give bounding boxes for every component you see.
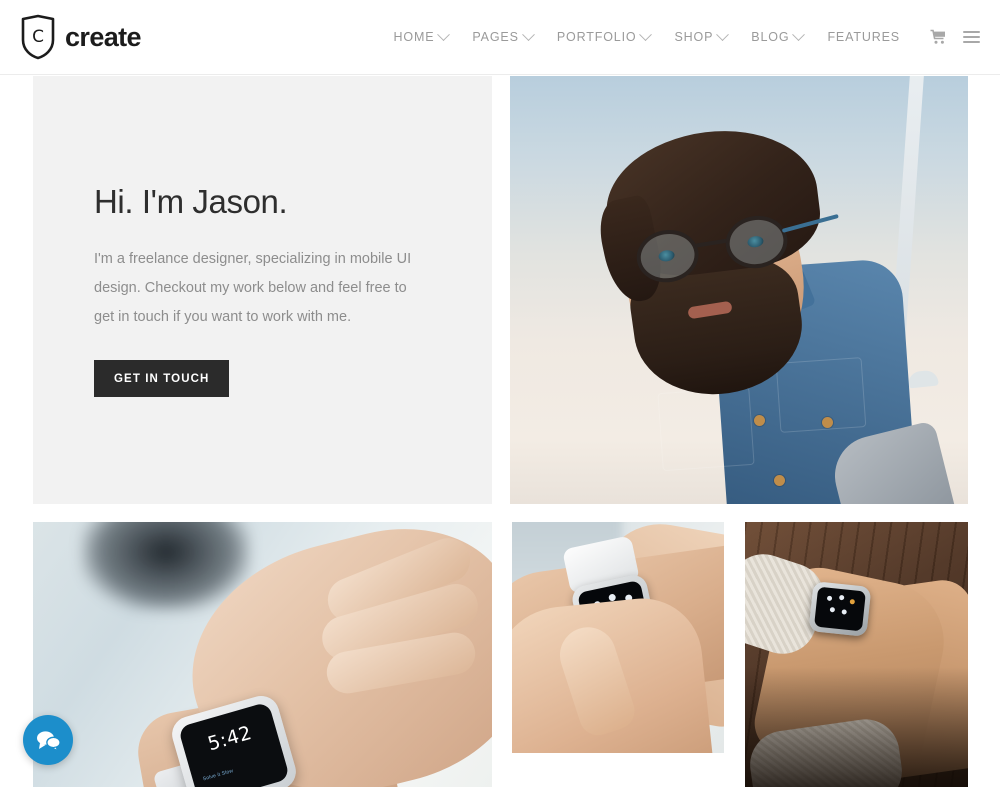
shield-c-logo-icon: C [20,14,56,60]
nav-item-home[interactable]: HOME [382,27,461,44]
nav-list: HOME PAGES PORTFOLIO SHOP BLOG FEATURES [382,27,913,44]
chevron-down-icon [716,27,730,41]
app-dot-highlight [849,599,856,605]
shirt-button-2 [754,415,765,426]
app-dot [829,606,836,613]
watch-screen [814,586,866,632]
glasses-bridge [695,238,728,248]
app-dot [841,609,847,615]
site-header: C create HOME PAGES PORTFOLIO SHOP BLOG … [0,0,1000,75]
shirt-button-3 [774,475,785,486]
page-title: Hi. I'm Jason. [94,183,288,220]
nav-label: FEATURES [827,30,900,44]
nav-item-shop[interactable]: SHOP [662,27,739,44]
smartwatch-wood-photo[interactable] [745,522,968,787]
nav-item-features[interactable]: FEATURES [815,30,912,44]
portrait-photo-image [510,76,968,504]
watch-screen: 5:42 Solve it Slow [177,701,291,787]
nav-label: PAGES [472,30,519,44]
get-in-touch-button[interactable]: GET IN TOUCH [94,360,230,397]
hero-paragraph: I'm a freelance designer, specializing i… [94,251,412,325]
watch-subtext-label: Solve it Slow [202,768,234,783]
nav-item-portfolio[interactable]: PORTFOLIO [545,27,663,44]
hero-intro-panel: Hi. I'm Jason. I'm a freelance designer,… [33,76,492,504]
app-dot [838,594,845,601]
chevron-down-icon [792,27,806,41]
chevron-down-icon [639,27,653,41]
nav-label: BLOG [751,30,790,44]
brand-name: create [65,21,142,52]
smartwatch-body [808,581,872,637]
shirt-pocket-right [775,357,867,433]
nav-label: PORTFOLIO [556,30,637,44]
brand-logo[interactable]: C create [20,14,142,60]
watch-time-label: 5:42 [205,721,255,756]
cart-icon[interactable] [930,29,947,45]
smartwatch-wide-photo[interactable]: 5:42 Solve it Slow [33,522,492,787]
smartwatch-tap-image [512,522,724,753]
main-navigation: HOME PAGES PORTFOLIO SHOP BLOG FEATURES [382,27,980,45]
nav-item-blog[interactable]: BLOG [739,27,815,44]
nav-item-pages[interactable]: PAGES [460,27,544,44]
wood-shadow-overlay [745,667,968,787]
portrait-photo[interactable] [510,76,968,504]
shirt-pocket-left [657,386,755,472]
smartwatch-wood-image [745,522,968,787]
svg-text:C: C [32,27,44,47]
app-dot [826,595,833,602]
nav-label: HOME [393,30,435,44]
nav-icon-group [930,29,980,45]
hamburger-menu-icon[interactable] [963,31,980,43]
shirt-button-4 [822,417,833,428]
chat-widget-button[interactable] [23,715,73,765]
chevron-down-icon [521,27,535,41]
chevron-down-icon [437,27,451,41]
nav-label: SHOP [674,30,714,44]
page-content: Hi. I'm Jason. I'm a freelance designer,… [0,75,1000,787]
chat-bubbles-icon [35,729,61,751]
smartwatch-wide-image: 5:42 Solve it Slow [33,522,492,787]
smartwatch-tap-photo[interactable] [512,522,724,753]
